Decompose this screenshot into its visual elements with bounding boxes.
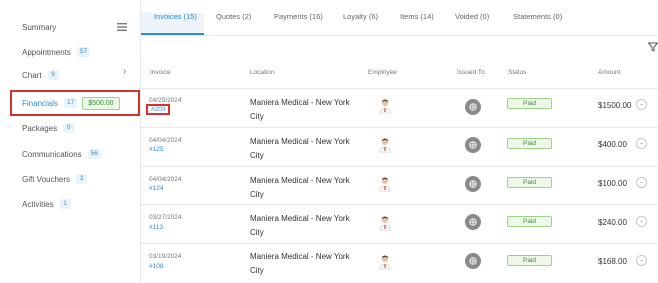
location: Maniera Medical - New York City <box>250 137 350 160</box>
count-badge: 17 <box>64 98 78 108</box>
tab-statements[interactable]: Statements (0) <box>513 12 562 36</box>
amount: $100.00 <box>598 179 627 188</box>
invoice-date: 04/25/2024 <box>149 97 182 104</box>
count-badge: 1 <box>59 199 71 209</box>
divider <box>141 88 658 89</box>
tab-bar: Invoices (15) Quotes (2) Payments (16) L… <box>141 0 658 36</box>
tab-items[interactable]: Items (14) <box>400 12 434 36</box>
amount: $400.00 <box>598 140 627 149</box>
tab-payments[interactable]: Payments (16) <box>274 12 323 36</box>
divider <box>141 127 658 128</box>
column-header-issued-to[interactable]: Issued To <box>457 69 485 76</box>
column-header-invoice[interactable]: Invoice <box>150 69 171 76</box>
count-badge: 57 <box>76 47 91 57</box>
invoice-number-link[interactable]: #124 <box>149 185 163 192</box>
divider <box>141 204 658 205</box>
amount: $168.00 <box>598 257 627 266</box>
location: Maniera Medical - New York City <box>250 98 350 121</box>
count-badge: 3 <box>76 174 88 184</box>
invoice-date: 03/27/2024 <box>149 214 182 221</box>
location: Maniera Medical - New York City <box>250 214 350 237</box>
globe-icon[interactable] <box>465 137 481 153</box>
more-icon[interactable] <box>636 99 647 110</box>
sidebar-item-label: Appointments <box>22 47 71 57</box>
invoice-number-link[interactable]: #108 <box>149 263 163 270</box>
more-icon[interactable] <box>636 177 647 188</box>
location: Maniera Medical - New York City <box>250 252 350 275</box>
divider <box>141 166 658 167</box>
globe-icon[interactable] <box>465 99 481 115</box>
avatar <box>379 177 391 192</box>
avatar <box>379 216 391 231</box>
more-icon[interactable] <box>636 216 647 227</box>
sidebar-item-label: Communications <box>22 149 82 159</box>
invoice-number-link[interactable]: #203 <box>146 104 171 115</box>
avatar <box>379 99 391 114</box>
sidebar-item-summary[interactable]: Summary <box>0 14 141 40</box>
sidebar-item-label: Summary <box>22 22 57 32</box>
sidebar-item-label: Packages <box>22 123 58 133</box>
count-badge: 0 <box>63 123 75 133</box>
more-icon[interactable] <box>636 138 647 149</box>
globe-icon[interactable] <box>465 176 481 192</box>
tab-invoices[interactable]: Invoices (15) <box>154 12 197 36</box>
sidebar-item-chart[interactable]: Chart 9 › <box>0 62 141 88</box>
invoice-number-link[interactable]: #113 <box>149 224 163 231</box>
count-badge: 9 <box>47 70 59 80</box>
divider <box>141 243 658 244</box>
status-badge: Paid <box>507 255 552 266</box>
sidebar-item-communications[interactable]: Communications 56 <box>0 141 141 167</box>
filter-icon[interactable] <box>648 42 658 52</box>
amount: $240.00 <box>598 218 627 227</box>
sidebar-item-activities[interactable]: Activities 1 <box>0 191 141 217</box>
invoice-number-link[interactable]: #125 <box>149 146 163 153</box>
sidebar-item-gift-vouchers[interactable]: Gift Vouchers 3 <box>0 166 141 192</box>
avatar <box>379 255 391 270</box>
status-badge: Paid <box>507 138 552 149</box>
column-header-employee[interactable]: Employee <box>368 69 397 76</box>
status-badge: Paid <box>507 98 552 109</box>
sidebar-item-label: Financials <box>22 98 59 108</box>
chevron-right-icon: › <box>123 66 127 77</box>
tab-loyalty[interactable]: Loyalty (6) <box>343 12 378 36</box>
location: Maniera Medical - New York City <box>250 176 350 199</box>
sidebar-item-label: Chart <box>22 70 42 80</box>
invoice-date: 04/04/2024 <box>149 176 182 183</box>
list-icon[interactable] <box>116 22 128 32</box>
sidebar-item-packages[interactable]: Packages 0 <box>0 115 141 141</box>
count-badge: 56 <box>87 149 101 159</box>
balance-badge: $500.00 <box>82 96 120 110</box>
sidebar-item-financials[interactable]: Financials 17 $500.00 <box>0 90 141 116</box>
sidebar-item-label: Gift Vouchers <box>22 174 71 184</box>
avatar <box>379 138 391 153</box>
sidebar: Summary Appointments 57 Chart 9 › Financ… <box>0 0 141 283</box>
more-icon[interactable] <box>636 255 647 266</box>
tab-quotes[interactable]: Quotes (2) <box>216 12 251 36</box>
column-header-location[interactable]: Location <box>250 69 275 76</box>
status-badge: Paid <box>507 177 552 188</box>
globe-icon[interactable] <box>465 214 481 230</box>
status-badge: Paid <box>507 216 552 227</box>
amount: $1500.00 <box>598 101 632 110</box>
sidebar-item-label: Activities <box>22 199 54 209</box>
invoice-date: 03/19/2024 <box>149 253 182 260</box>
column-header-amount[interactable]: Amount <box>598 69 620 76</box>
invoice-date: 04/04/2024 <box>149 137 182 144</box>
column-header-status[interactable]: Status <box>508 69 526 76</box>
globe-icon[interactable] <box>465 253 481 269</box>
tab-voided[interactable]: Voided (0) <box>455 12 489 36</box>
